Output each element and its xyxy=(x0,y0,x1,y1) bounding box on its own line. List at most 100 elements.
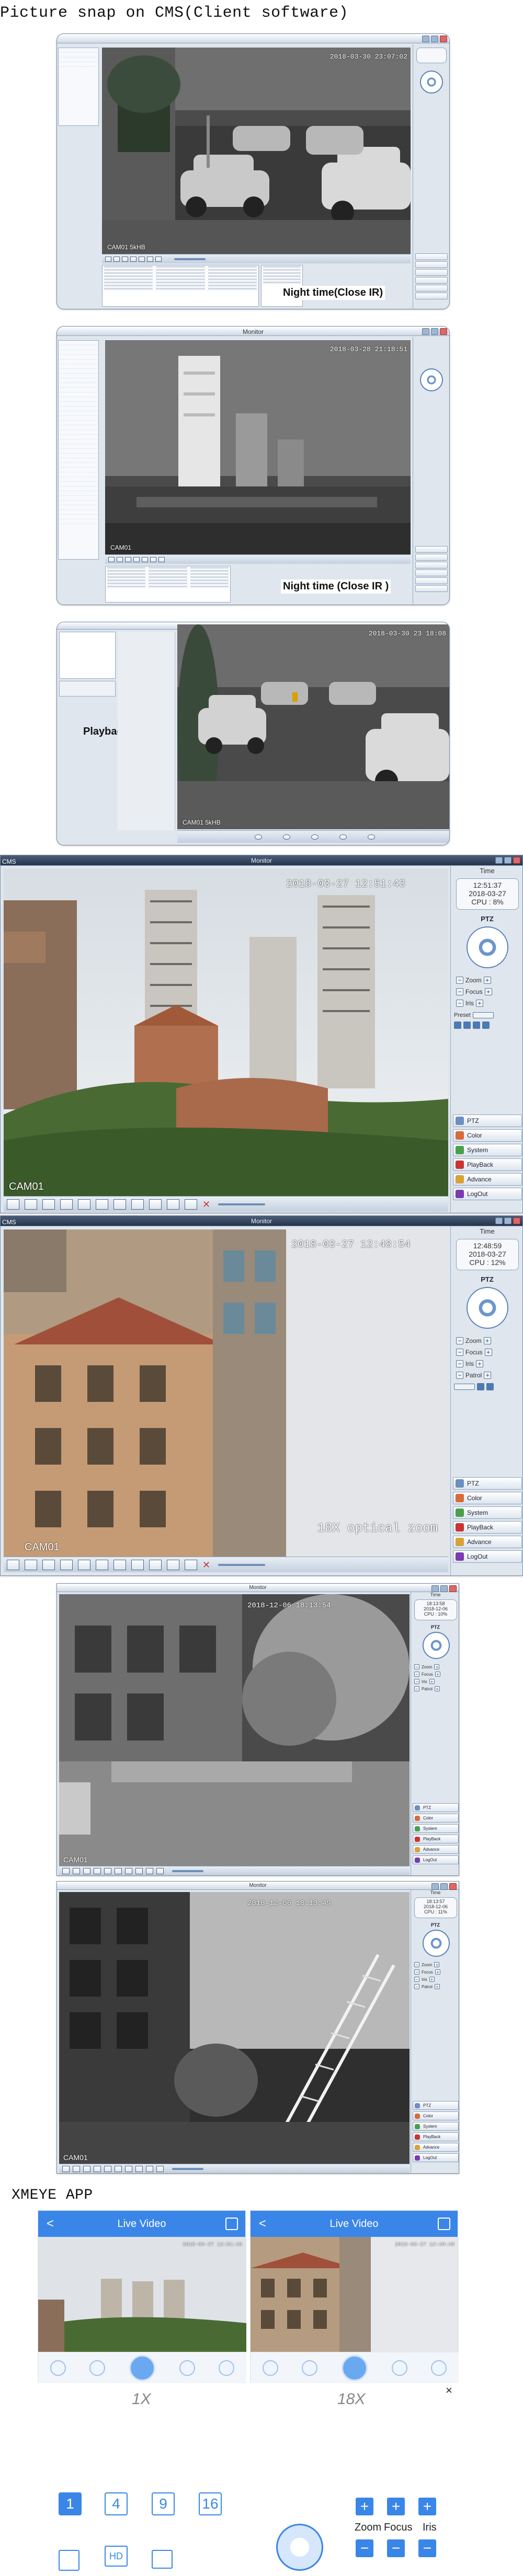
split-16-button[interactable]: 16 xyxy=(199,2492,222,2515)
preset-buttons[interactable] xyxy=(454,1383,494,1390)
menu-advance[interactable]: Advance xyxy=(453,1173,522,1186)
mic-icon[interactable] xyxy=(50,2360,66,2376)
app-video[interactable]: 2018-03-27 12:49:49 xyxy=(251,2237,459,2352)
menu-playback[interactable]: PlayBack xyxy=(453,1521,522,1534)
zoom-control[interactable]: − Zoom + xyxy=(414,1664,440,1669)
video-feed[interactable]: 2018-12-06 18:13:49 CAM01 xyxy=(59,1892,410,2164)
menu-logout[interactable]: LogOut xyxy=(453,1188,522,1200)
back-icon[interactable]: < xyxy=(47,2211,54,2237)
menu-system[interactable]: System xyxy=(413,1824,459,1833)
layout-36-button[interactable] xyxy=(149,1199,162,1210)
ptz-mode-icon[interactable] xyxy=(59,2550,79,2571)
close-icon[interactable]: × xyxy=(446,2384,452,2397)
snapshot-icon[interactable] xyxy=(179,2360,195,2376)
layout-36-button[interactable] xyxy=(149,1559,162,1570)
volume-slider[interactable] xyxy=(218,1203,265,1205)
ptz-dpad[interactable] xyxy=(423,1930,450,1957)
layout-6-button[interactable] xyxy=(42,1199,55,1210)
menu-logout[interactable]: LogOut xyxy=(453,1550,522,1563)
mute-icon[interactable]: ✕ xyxy=(202,1199,213,1210)
record-icon[interactable] xyxy=(431,2360,447,2376)
screen-icon[interactable] xyxy=(152,2550,173,2569)
focus-plus-button[interactable]: + xyxy=(387,2498,405,2515)
focus-minus-button[interactable]: − xyxy=(387,2539,405,2557)
layout-25-button[interactable] xyxy=(131,1199,144,1210)
iris-control[interactable]: − Iris + xyxy=(456,1000,483,1007)
fullscreen-icon[interactable] xyxy=(225,2218,238,2230)
video-feed[interactable]: 2018-03-27 12:51:43 CAM01 xyxy=(4,869,448,1196)
playback-calendar[interactable] xyxy=(59,681,116,697)
ptz-dpad[interactable] xyxy=(467,926,508,968)
menu-playback[interactable]: PlayBack xyxy=(413,2132,459,2141)
layout-13-button[interactable] xyxy=(96,1559,108,1570)
mic-icon[interactable] xyxy=(262,2360,278,2376)
menu-color[interactable]: Color xyxy=(413,1814,459,1823)
zoom-control[interactable]: − Zoom + xyxy=(456,977,491,984)
menu-color[interactable]: Color xyxy=(453,1129,522,1142)
menu-ptz[interactable]: PTZ xyxy=(453,1477,522,1490)
home-icon[interactable] xyxy=(129,2354,155,2381)
menu-ptz[interactable]: PTZ xyxy=(413,2101,459,2110)
video-feed[interactable]: 2018-03-27 12:48:54 CAM01 18X optical zo… xyxy=(4,1229,448,1557)
home-icon[interactable] xyxy=(341,2354,368,2381)
fullscreen-icon[interactable] xyxy=(438,2218,450,2230)
menu-color[interactable]: Color xyxy=(453,1492,522,1504)
patrol-control[interactable]: − Patrol + xyxy=(414,1984,440,1989)
focus-control[interactable]: − Focus + xyxy=(456,988,492,995)
menu-advance[interactable]: Advance xyxy=(453,1536,522,1548)
device-tree[interactable] xyxy=(58,340,99,560)
app-ptz-dpad[interactable] xyxy=(276,2524,323,2571)
menu-color[interactable]: Color xyxy=(413,2111,459,2120)
layout-1-button[interactable] xyxy=(7,1199,19,1210)
layout-8-button[interactable] xyxy=(60,1559,73,1570)
layout-25-button[interactable] xyxy=(131,1559,144,1570)
app-video[interactable]: 2018-03-27 12:51:46 xyxy=(38,2237,246,2352)
menu-logout[interactable]: LogOut xyxy=(413,2153,459,2162)
menu-logout[interactable]: LogOut xyxy=(413,1855,459,1864)
layout-64-button[interactable] xyxy=(167,1199,179,1210)
ptz-dpad[interactable] xyxy=(420,368,443,391)
split-9-button[interactable]: 9 xyxy=(152,2492,175,2515)
menu-ptz[interactable]: PTZ xyxy=(413,1803,459,1812)
zoom-control[interactable]: − Zoom + xyxy=(456,1337,491,1344)
focus-control[interactable]: − Focus + xyxy=(414,1969,440,1975)
focus-control[interactable]: − Focus + xyxy=(456,1349,492,1356)
speaker-icon[interactable] xyxy=(89,2360,106,2376)
video-feed[interactable]: 2018-03-28 21:18:51 CAM01 xyxy=(105,340,411,554)
iris-plus-button[interactable]: + xyxy=(418,2498,436,2515)
layout-13-button[interactable] xyxy=(96,1199,108,1210)
menu-system[interactable]: System xyxy=(413,2122,459,2131)
snapshot-icon[interactable] xyxy=(391,2360,407,2376)
speaker-icon[interactable] xyxy=(302,2360,318,2376)
menu-system[interactable]: System xyxy=(453,1144,522,1156)
ptz-dpad[interactable] xyxy=(467,1287,508,1329)
layout-16-button[interactable] xyxy=(113,1199,126,1210)
playback-video[interactable]: 2018-03-30 23 18:08 CAM01 5kHB xyxy=(177,624,449,829)
layout-6-button[interactable] xyxy=(42,1559,55,1570)
event-log[interactable] xyxy=(105,566,231,602)
preset-control[interactable]: Preset xyxy=(454,1012,494,1018)
preset-buttons[interactable] xyxy=(454,1022,490,1029)
menu-ptz[interactable]: PTZ xyxy=(453,1115,522,1127)
playback-search-panel[interactable] xyxy=(59,632,116,679)
layout-4-button[interactable] xyxy=(25,1199,37,1210)
layout-16-button[interactable] xyxy=(113,1559,126,1570)
layout-1-button[interactable] xyxy=(7,1559,19,1570)
iris-control[interactable]: − Iris + xyxy=(456,1360,483,1367)
split-4-button[interactable]: 4 xyxy=(105,2492,128,2515)
layout-8-button[interactable] xyxy=(60,1199,73,1210)
event-log[interactable] xyxy=(102,265,259,307)
video-feed[interactable]: 2018-12-06 18:13:54 CAM01 xyxy=(59,1594,410,1866)
ptz-dpad[interactable] xyxy=(423,1632,450,1659)
layout-64-button[interactable] xyxy=(167,1559,179,1570)
mute-icon[interactable]: ✕ xyxy=(202,1560,213,1570)
fullscreen-button[interactable] xyxy=(185,1199,197,1210)
focus-control[interactable]: − Focus + xyxy=(414,1672,440,1677)
record-icon[interactable] xyxy=(219,2360,235,2376)
menu-playback[interactable]: PlayBack xyxy=(413,1835,459,1843)
video-feed[interactable]: 2018-03-30 23:07:02 CAM01 5kHB xyxy=(102,48,411,254)
patrol-control[interactable]: − Patrol + xyxy=(456,1372,492,1379)
split-1-button[interactable]: 1 xyxy=(59,2492,82,2515)
layout-9-button[interactable] xyxy=(78,1199,90,1210)
fullscreen-button[interactable] xyxy=(185,1559,197,1570)
